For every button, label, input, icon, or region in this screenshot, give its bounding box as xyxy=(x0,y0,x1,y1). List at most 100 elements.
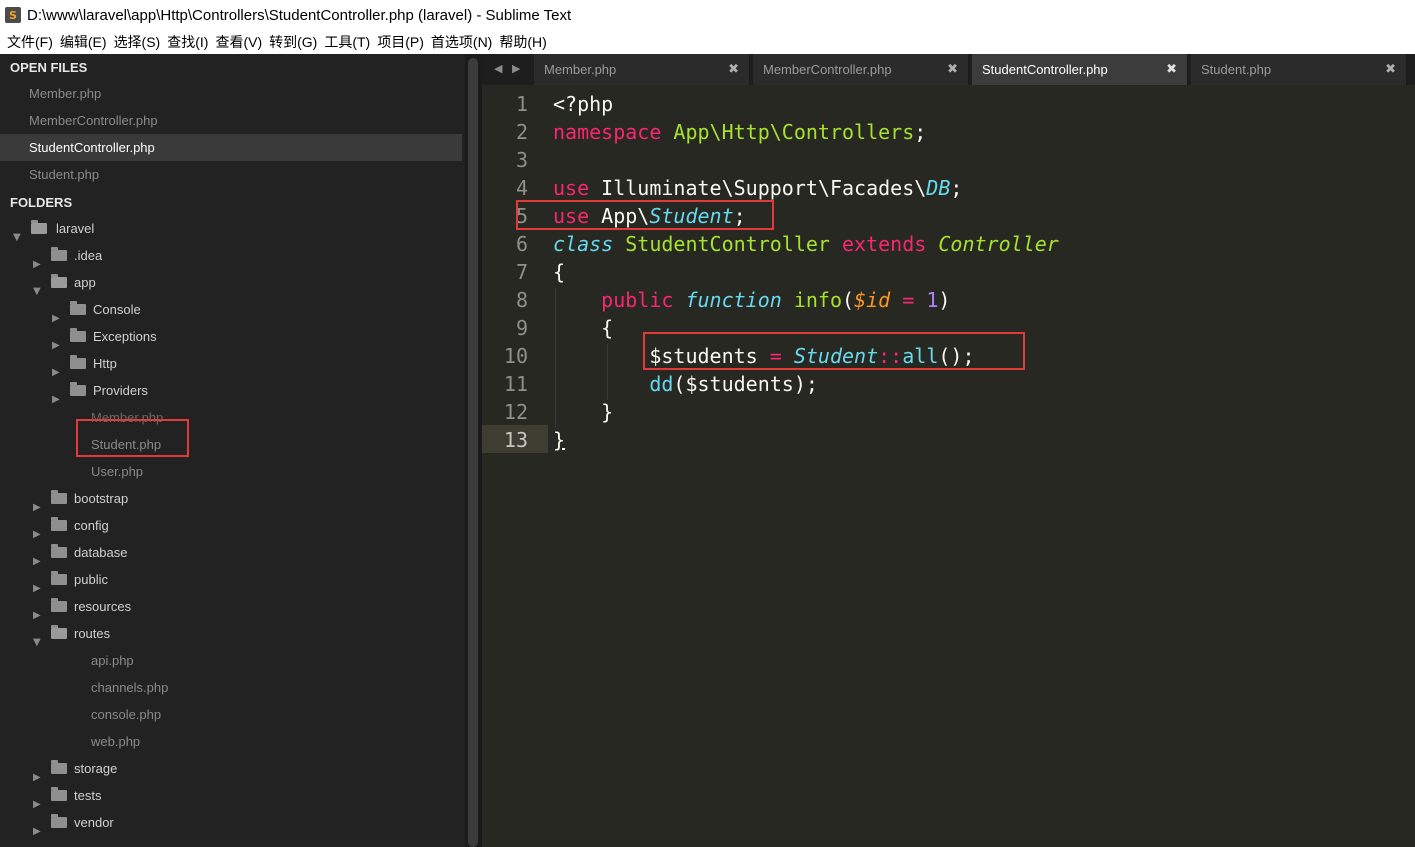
tree-folder-tests[interactable]: ▶ tests xyxy=(33,782,101,810)
tree-folder-laravel[interactable]: ▼ laravel xyxy=(13,215,95,243)
folder-icon xyxy=(70,382,86,396)
code-line-4: use Illuminate\Support\Facades\DB; xyxy=(553,174,962,202)
tree-folder-routes[interactable]: ▼ routes xyxy=(33,620,111,648)
menu-edit[interactable]: 编辑(E) xyxy=(60,32,107,52)
brace: } xyxy=(601,400,614,424)
chevron-right-icon: ▶ xyxy=(33,555,41,567)
brace: { xyxy=(601,316,614,340)
tree-folder-public[interactable]: ▶ public xyxy=(33,566,108,594)
tree-folder-console[interactable]: ▶ Console xyxy=(52,296,141,324)
menu-preferences[interactable]: 首选项(N) xyxy=(431,32,492,52)
tab-label: MemberController.php xyxy=(763,62,892,77)
tree-label: laravel xyxy=(56,221,95,236)
code-line-8: public function info($id = 1) xyxy=(553,286,950,314)
keyword: use xyxy=(553,176,590,200)
folder-icon xyxy=(70,301,86,315)
tree-folder-database[interactable]: ▶ database xyxy=(33,539,128,567)
line-number: 9 xyxy=(515,316,528,340)
tree-folder-bootstrap[interactable]: ▶ bootstrap xyxy=(33,485,128,513)
folder-open-icon xyxy=(31,220,47,234)
menu-selection[interactable]: 选择(S) xyxy=(114,32,161,52)
tab-label: Member.php xyxy=(544,62,617,77)
menu-bar: 文件(F) 编辑(E) 选择(S) 查找(I) 查看(V) 转到(G) 工具(T… xyxy=(0,30,1415,54)
close-icon[interactable]: ✖ xyxy=(1385,54,1396,85)
class-name: StudentController xyxy=(625,232,830,256)
function-name: info xyxy=(793,288,843,312)
arguments: ($students); xyxy=(673,372,818,396)
tab-member[interactable]: Member.php ✖ xyxy=(534,54,750,85)
chevron-down-icon: ▼ xyxy=(33,636,41,648)
tree-folder-providers[interactable]: ▶ Providers xyxy=(52,377,148,405)
menu-find[interactable]: 查找(I) xyxy=(167,32,208,52)
php-open-tag: <?php xyxy=(553,92,614,116)
chevron-right-icon: ▶ xyxy=(33,582,41,594)
keyword: namespace xyxy=(553,120,662,144)
tree-label: database xyxy=(74,545,128,560)
close-icon[interactable]: ✖ xyxy=(728,54,739,85)
code-line-1: <?php xyxy=(553,90,613,118)
menu-help[interactable]: 帮助(H) xyxy=(499,32,546,52)
keyword-function: function xyxy=(685,288,782,312)
tree-file-channels[interactable]: channels.php xyxy=(91,674,168,701)
brace: } xyxy=(553,428,566,452)
tree-folder-storage[interactable]: ▶ storage xyxy=(33,755,117,783)
chevron-right-icon: ▶ xyxy=(52,366,60,378)
close-icon[interactable]: ✖ xyxy=(1166,54,1177,85)
tree-folder-app[interactable]: ▼ app xyxy=(33,269,96,297)
folder-icon xyxy=(51,598,67,612)
tab-nav: ◀ ▶ xyxy=(494,62,520,75)
menu-file[interactable]: 文件(F) xyxy=(7,32,53,52)
menu-goto[interactable]: 转到(G) xyxy=(269,32,317,52)
sidebar-scrollbar-thumb[interactable] xyxy=(468,58,478,847)
open-file-membercontroller[interactable]: MemberController.php xyxy=(0,107,462,134)
tab-label: Student.php xyxy=(1201,62,1272,77)
keyword: public xyxy=(601,288,674,312)
folder-open-icon xyxy=(51,274,67,288)
tab-membercontroller[interactable]: MemberController.php ✖ xyxy=(753,54,969,85)
annotation-box-student-file xyxy=(76,419,189,457)
annotation-box-use-student xyxy=(516,200,774,230)
tab-next-icon[interactable]: ▶ xyxy=(512,62,520,75)
tree-label: Console xyxy=(93,302,141,317)
tree-file-web[interactable]: web.php xyxy=(91,728,140,755)
menu-project[interactable]: 项目(P) xyxy=(377,32,424,52)
tree-folder-config[interactable]: ▶ config xyxy=(33,512,109,540)
tab-student[interactable]: Student.php ✖ xyxy=(1191,54,1407,85)
keyword-class: class xyxy=(553,232,614,256)
chevron-down-icon: ▼ xyxy=(13,231,21,243)
code-line-9: { xyxy=(553,314,613,342)
open-files-header: OPEN FILES xyxy=(10,60,88,75)
punct: ( xyxy=(842,288,855,312)
tree-folder-vendor[interactable]: ▶ vendor xyxy=(33,809,114,837)
brace: { xyxy=(553,260,566,284)
line-number: 8 xyxy=(515,288,528,312)
code-line-2: namespace App\Http\Controllers; xyxy=(553,118,926,146)
folder-icon xyxy=(51,571,67,585)
line-number: 10 xyxy=(503,344,528,368)
tab-prev-icon[interactable]: ◀ xyxy=(494,62,502,75)
line-number: 6 xyxy=(515,232,528,256)
open-file-studentcontroller[interactable]: StudentController.php xyxy=(0,134,462,161)
code-line-7: { xyxy=(553,258,565,286)
open-file-student[interactable]: Student.php xyxy=(0,161,462,188)
menu-tools[interactable]: 工具(T) xyxy=(324,32,370,52)
tree-folder-resources[interactable]: ▶ resources xyxy=(33,593,131,621)
close-icon[interactable]: ✖ xyxy=(947,54,958,85)
code-line-13: } xyxy=(553,426,565,454)
tree-folder-http[interactable]: ▶ Http xyxy=(52,350,117,378)
namespace-name: App\Http\Controllers xyxy=(673,120,915,144)
menu-view[interactable]: 查看(V) xyxy=(215,32,262,52)
chevron-right-icon: ▶ xyxy=(33,609,41,621)
number: 1 xyxy=(926,288,939,312)
tab-studentcontroller[interactable]: StudentController.php ✖ xyxy=(972,54,1188,85)
tree-file-api[interactable]: api.php xyxy=(91,647,134,674)
folder-icon xyxy=(51,517,67,531)
tree-label: routes xyxy=(74,626,111,641)
sidebar: OPEN FILES Member.php MemberController.p… xyxy=(0,54,465,847)
tree-file-console[interactable]: console.php xyxy=(91,701,161,728)
open-file-member[interactable]: Member.php xyxy=(0,80,462,107)
tree-folder-idea[interactable]: ▶ .idea xyxy=(33,242,102,270)
tree-folder-exceptions[interactable]: ▶ Exceptions xyxy=(52,323,157,351)
tree-file-user[interactable]: User.php xyxy=(91,458,143,485)
folders-header: FOLDERS xyxy=(10,195,73,210)
